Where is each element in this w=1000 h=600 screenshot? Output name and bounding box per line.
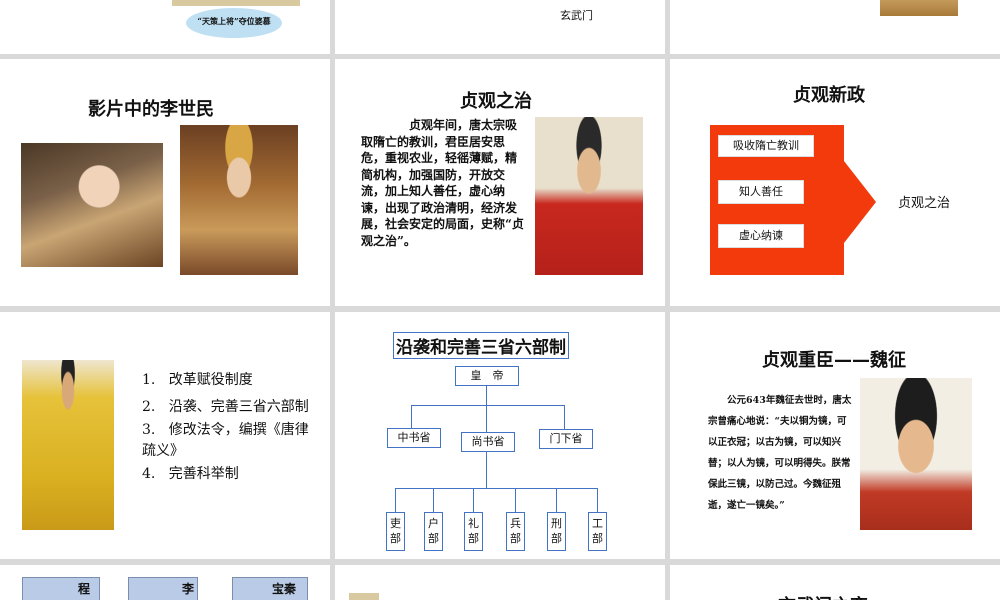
- slide-title: 贞观新政: [793, 85, 865, 106]
- portrait-image: [349, 593, 379, 600]
- result-text: 贞观之治: [898, 196, 951, 211]
- slide-weizheng[interactable]: 贞观重臣——魏征 公元643年魏征去世时，唐太宗曾痛心地说：“夫以铜为镜，可以正…: [670, 312, 1000, 559]
- province-box-shangshu: 尚书省: [461, 432, 515, 452]
- reform-item-4-num: 4.: [142, 466, 156, 482]
- reform-item-2-text: 沿袭、完善三省六部制: [168, 399, 309, 415]
- slide-sansheng[interactable]: 沿袭和完善三省六部制 皇 帝 中书省 尚书省 门下省 吏部 户部 礼部 兵部 刑…: [335, 312, 665, 559]
- zhenguan-body: 贞观年间，唐太宗吸取隋亡的教训，君臣居安思危，重视农业，轻徭薄赋，精简机构，加强…: [361, 118, 524, 248]
- slide-1-3[interactable]: [670, 0, 1000, 54]
- slide-4-3[interactable]: 玄武门之变: [670, 565, 1000, 600]
- reform-list: 1. 改革赋役制度 2. 沿袭、完善三省六部制 3. 修改法令，编撰《唐律疏义》…: [142, 370, 312, 485]
- slide-4-1[interactable]: 程 李 宝秦: [0, 565, 330, 600]
- reform-item-2-num: 2.: [142, 399, 156, 415]
- slide-title: 沿袭和完善三省六部制: [393, 332, 569, 359]
- portrait-image: [172, 0, 300, 6]
- taizong-portrait-image: [535, 117, 643, 275]
- reform-item-3-num: 3.: [142, 422, 156, 438]
- connector: [486, 405, 487, 432]
- slide-4-2[interactable]: [335, 565, 665, 600]
- connector: [395, 488, 396, 512]
- weizheng-body: 公元643年魏征去世时，唐太宗曾痛心地说：“夫以铜为镜，可以正衣冠；以古为镜，可…: [708, 395, 852, 511]
- actor-emperor-image: [180, 125, 298, 275]
- connector: [473, 488, 474, 512]
- policy-box-3: 虚心纳谏: [718, 224, 804, 248]
- connector: [486, 385, 487, 406]
- portrait-image: [880, 0, 958, 16]
- connector: [486, 451, 487, 488]
- slide-title-partial: 玄武门之变: [778, 592, 868, 600]
- reform-item-3-text: 修改法令，编撰《唐律疏义》: [142, 422, 309, 459]
- slide-title: 贞观之治: [460, 91, 532, 112]
- ministry-box-hu: 户部: [424, 512, 443, 551]
- slide-zhenguan[interactable]: 贞观之治 贞观年间，唐太宗吸取隋亡的教训，君臣居安思危，重视农业，轻徭薄赋，精简…: [335, 59, 665, 306]
- connector: [515, 488, 516, 512]
- emperor-yellow-robe-image: [22, 360, 114, 530]
- portrait-label-3: 宝秦: [272, 582, 297, 596]
- portrait-label-1: 程: [78, 582, 91, 596]
- portrait-card-3: [232, 577, 308, 600]
- slide-1-1[interactable]: “天策上将”夺位婆慕: [0, 0, 330, 54]
- portrait-label-2: 李: [182, 582, 195, 596]
- caption-text: 玄武门: [560, 9, 593, 22]
- province-box-menxia: 门下省: [539, 429, 593, 449]
- connector: [433, 488, 434, 512]
- connector: [411, 405, 412, 428]
- reform-item-1-text: 改革赋役制度: [168, 372, 253, 388]
- connector: [556, 488, 557, 512]
- reform-item-4-text: 完善科举制: [168, 466, 239, 482]
- actor-young-image: [21, 143, 163, 267]
- reform-item-4: 4. 完善科举制: [142, 464, 312, 485]
- slide-reforms[interactable]: 1. 改革赋役制度 2. 沿袭、完善三省六部制 3. 修改法令，编撰《唐律疏义》…: [0, 312, 330, 559]
- connector: [564, 405, 565, 429]
- policy-box-1: 吸收隋亡教训: [718, 135, 814, 157]
- reform-item-1: 1. 改革赋役制度: [142, 370, 312, 391]
- connector: [395, 488, 598, 489]
- emperor-box: 皇 帝: [455, 366, 519, 386]
- connector: [411, 405, 565, 406]
- policy-box-2: 知人善任: [718, 180, 804, 204]
- ministry-box-xing: 刑部: [547, 512, 566, 551]
- caption-text: “天策上将”夺位婆慕: [197, 16, 271, 26]
- connector: [597, 488, 598, 512]
- slide-1-2[interactable]: 玄武门: [335, 0, 665, 54]
- ministry-box-gong: 工部: [588, 512, 607, 551]
- reform-item-3: 3. 修改法令，编撰《唐律疏义》: [142, 420, 312, 462]
- slide-xinzheng[interactable]: 贞观新政 吸收隋亡教训 知人善任 虚心纳谏 贞观之治: [670, 59, 1000, 306]
- slide-film[interactable]: 影片中的李世民: [0, 59, 330, 306]
- ministry-box-bing: 兵部: [506, 512, 525, 551]
- weizheng-portrait-image: [860, 378, 972, 530]
- slide-title: 贞观重臣——魏征: [762, 350, 906, 371]
- province-box-zhongshu: 中书省: [387, 428, 441, 448]
- ministry-box-li-rites: 礼部: [464, 512, 483, 551]
- ministry-box-li: 吏部: [386, 512, 405, 551]
- slide-title: 影片中的李世民: [88, 99, 214, 120]
- reform-item-1-num: 1.: [142, 372, 156, 388]
- reform-item-2: 2. 沿袭、完善三省六部制: [142, 397, 312, 418]
